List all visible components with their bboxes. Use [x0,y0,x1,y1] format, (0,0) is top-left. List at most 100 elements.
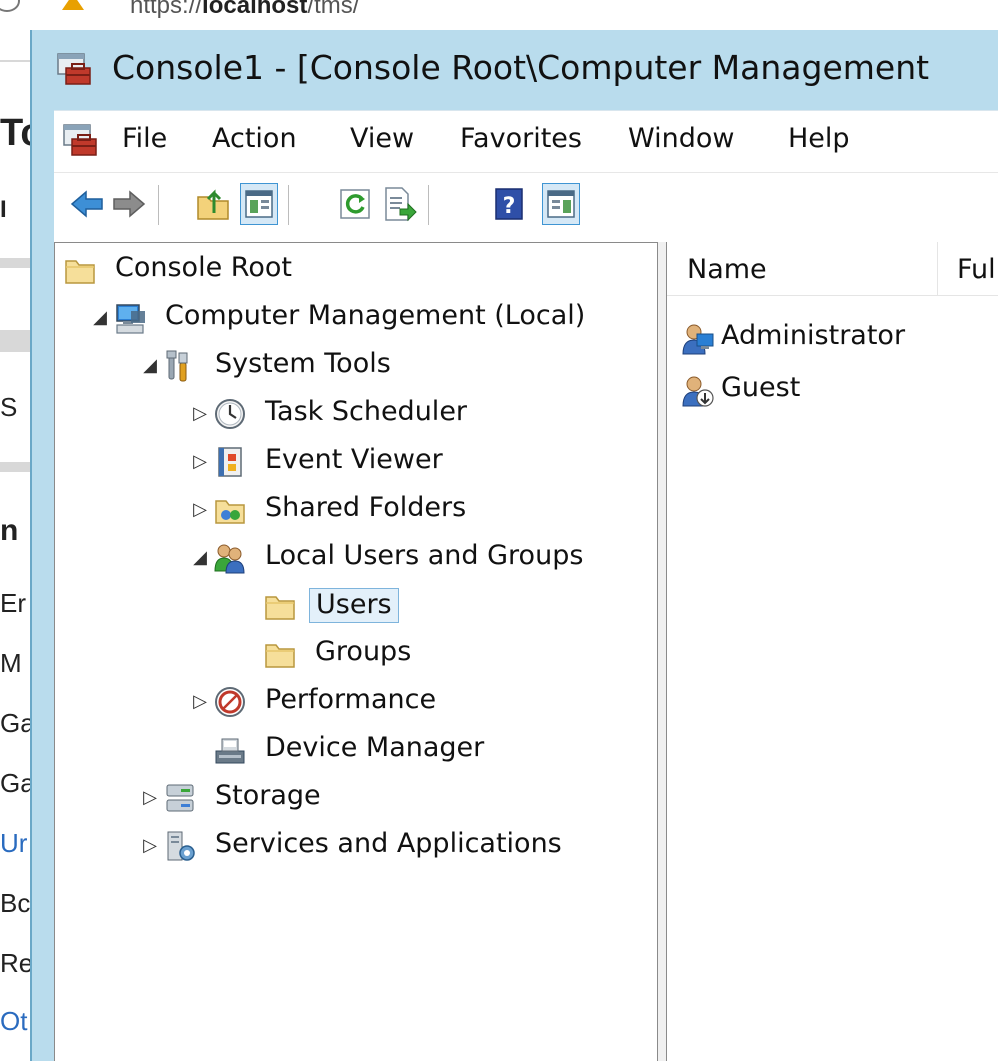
tree-item-label: Groups [315,636,412,667]
column-header-name[interactable]: Name [687,254,767,285]
background-link-fragment[interactable]: Ur [0,828,30,859]
tree-item-groups[interactable]: Groups [55,633,655,677]
expand-arrow-icon[interactable]: ▷ [141,835,159,856]
title-bar[interactable]: Console1 - [Console Root\Computer Manage… [32,30,998,110]
console-panes: Console Root ◢ Computer Management (Local)… [54,240,998,1061]
expand-arrow-icon[interactable]: ▷ [191,499,209,520]
background-divider [0,60,32,62]
tree-item-label: Console Root [115,252,292,283]
user-disabled-icon [682,376,714,407]
tree-item-console-root[interactable]: Console Root [55,249,655,293]
tree-item-label: Performance [265,684,437,715]
column-divider[interactable] [937,242,938,296]
background-divider [0,462,32,472]
export-list-button[interactable] [380,183,418,225]
background-text-fragment: I [0,196,7,223]
menu-view[interactable]: View [350,123,414,154]
folder-icon [265,644,295,668]
window-title: Console1 - [Console Root\Computer Manage… [112,48,930,87]
browser-address-bar[interactable]: https://localhost/tms/ [0,0,998,30]
help-icon: ? [495,188,523,220]
expand-arrow-icon[interactable]: ▷ [191,451,209,472]
tree-item-label: Shared Folders [265,492,467,523]
help-button[interactable]: ? [490,183,528,225]
folder-icon [65,260,95,284]
computer-management-icon [116,304,145,334]
toolbox-icon[interactable] [62,123,98,159]
show-hide-console-tree-button[interactable] [240,183,278,225]
up-folder-icon [197,189,229,220]
tree-item-task-scheduler[interactable]: ▷ Task Scheduler [55,393,655,437]
url-text[interactable]: https://localhost/tms/ [130,0,359,20]
tree-item-system-tools[interactable]: ◢ System Tools [55,345,655,389]
user-icon [682,324,714,355]
column-header-full-name[interactable]: Ful [957,254,996,285]
console-tree-pane[interactable]: Console Root ◢ Computer Management (Local)… [54,242,658,1061]
tree-item-label: Local Users and Groups [265,540,584,571]
tree-item-label: Users [309,588,399,623]
forward-arrow-icon [113,190,146,218]
collapse-arrow-icon[interactable]: ◢ [191,547,209,568]
toolbar-separator [158,185,159,225]
results-list-pane[interactable]: Name Ful Administrator Guest [666,242,998,1061]
mmc-console-window: Console1 - [Console Root\Computer Manage… [30,30,998,1061]
tree-item-label: Storage [215,780,321,811]
tree-item-storage[interactable]: ▷ Storage [55,777,655,821]
expand-arrow-icon[interactable]: ▷ [141,787,159,808]
menu-window[interactable]: Window [628,123,734,154]
background-text-fragment: Er [0,588,26,618]
list-item-label: Guest [721,372,801,403]
pane-splitter[interactable] [658,242,666,1061]
menu-help[interactable]: Help [788,123,850,154]
tree-item-device-manager[interactable]: Device Manager [55,729,655,773]
tree-item-shared-folders[interactable]: ▷ Shared Folders [55,489,655,533]
tree-item-label: Device Manager [265,732,485,763]
services-icon [167,831,195,861]
collapse-arrow-icon[interactable]: ◢ [91,307,109,328]
shared-folders-icon [215,500,245,524]
show-hide-action-pane-button[interactable] [542,183,580,225]
info-icon[interactable] [0,0,20,12]
storage-icon [166,784,194,812]
console-tree-icon [245,190,273,218]
background-text-fragment: Bc [0,888,30,918]
tree-item-label: Event Viewer [265,444,443,475]
refresh-button[interactable] [336,183,374,225]
expand-arrow-icon[interactable]: ▷ [191,691,209,712]
up-one-level-button[interactable] [194,183,232,225]
tree-item-performance[interactable]: ▷ Performance [55,681,655,725]
warning-icon [62,0,84,10]
menu-action[interactable]: Action [212,123,297,154]
clock-icon [215,399,245,429]
toolbar: ? [54,172,998,240]
background-link-fragment[interactable]: Ot [0,1006,30,1037]
list-header: Name Ful [667,242,998,296]
toolbar-separator [428,185,429,225]
background-text-fragment: n [0,514,19,547]
background-divider [0,330,32,352]
refresh-icon [340,189,370,219]
tree-item-local-users-and-groups[interactable]: ◢ Local Users and Groups [55,537,655,581]
toolbar-separator [288,185,289,225]
menu-favorites[interactable]: Favorites [460,123,582,154]
tree-item-label: Services and Applications [215,828,562,859]
folder-icon [265,596,295,620]
background-text-fragment: M [0,648,22,678]
system-tools-icon [166,350,188,382]
forward-button[interactable] [110,183,148,225]
background-text-fragment: Ga [0,768,30,798]
tree-item-services-and-applications[interactable]: ▷ Services and Applications [55,825,655,869]
back-button[interactable] [68,183,106,225]
expand-arrow-icon[interactable]: ▷ [191,403,209,424]
tree-item-label: Computer Management (Local) [165,300,586,331]
tree-item-computer-management-local[interactable]: ◢ Computer Management (Local) [55,297,655,341]
background-text-fragment: Tc [0,112,30,154]
device-manager-icon [215,738,245,764]
tree-item-event-viewer[interactable]: ▷ Event Viewer [55,441,655,485]
collapse-arrow-icon[interactable]: ◢ [141,355,159,376]
tree-item-users[interactable]: Users [55,585,655,629]
svg-text:?: ? [503,194,516,219]
menu-file[interactable]: File [122,123,167,154]
action-pane-icon [547,190,575,218]
back-arrow-icon [70,190,103,218]
